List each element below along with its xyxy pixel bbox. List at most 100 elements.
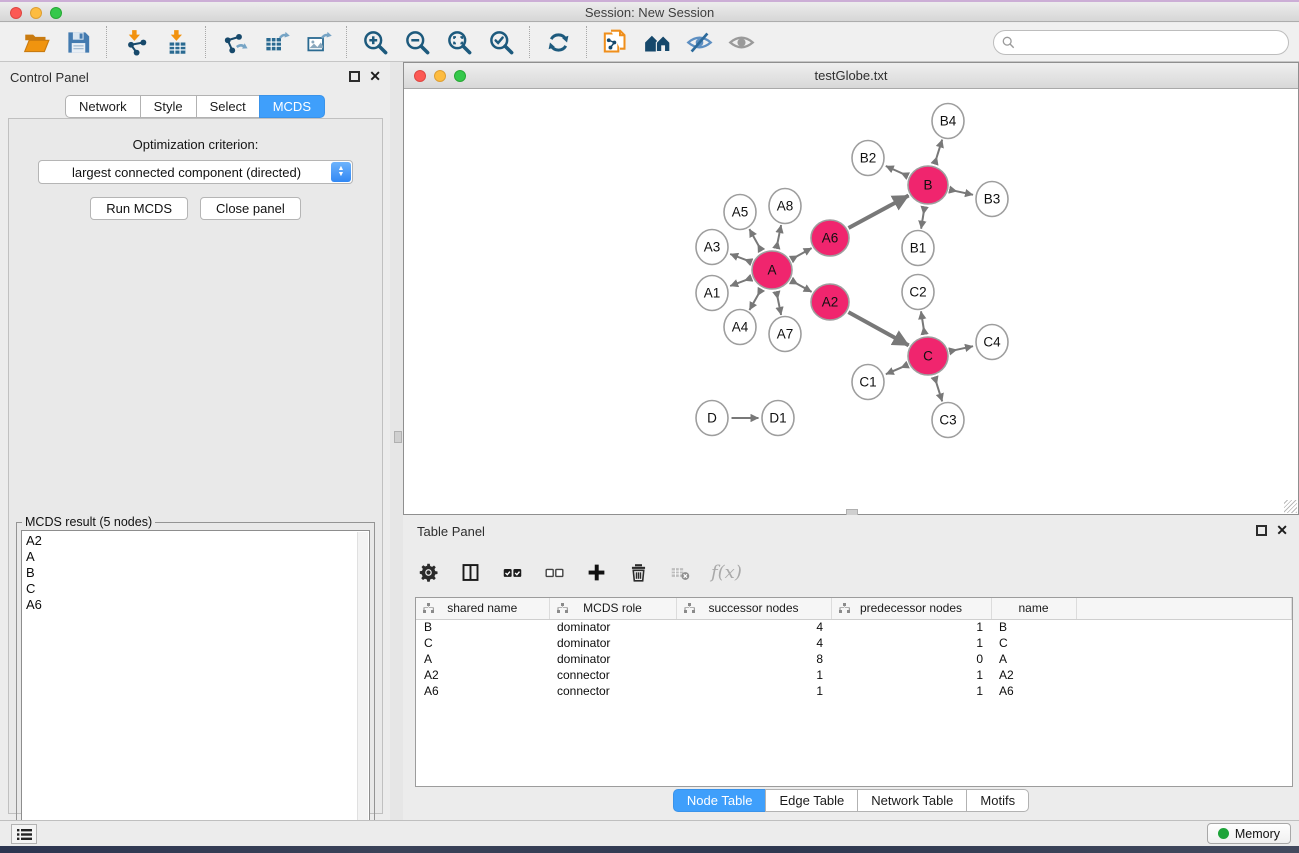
column-header-MCDS-role[interactable]: MCDS role <box>549 598 676 619</box>
graph-node-A7[interactable]: A7 <box>769 317 801 352</box>
float-panel-icon[interactable] <box>349 71 360 82</box>
graph-node-A[interactable]: A <box>752 251 792 289</box>
table-row[interactable]: A2connector11A2 <box>416 667 1292 683</box>
table-cell[interactable]: 1 <box>831 619 991 635</box>
open-session-icon[interactable] <box>22 28 50 56</box>
graph-node-A1[interactable]: A1 <box>696 276 728 311</box>
table-cell[interactable]: connector <box>549 683 676 699</box>
table-cell[interactable]: A6 <box>416 683 549 699</box>
column-header-successor-nodes[interactable]: successor nodes <box>676 598 831 619</box>
export-image-icon[interactable] <box>304 28 332 56</box>
mcds-result-item[interactable]: A6 <box>26 597 369 613</box>
table-settings-gear-icon[interactable] <box>417 559 439 585</box>
table-cell[interactable]: A6 <box>991 683 1076 699</box>
graph-node-B1[interactable]: B1 <box>902 231 934 266</box>
run-mcds-button[interactable]: Run MCDS <box>90 197 188 220</box>
graph-node-A6[interactable]: A6 <box>811 220 849 256</box>
edge-A-A3[interactable] <box>730 254 751 262</box>
close-panel-button[interactable]: Close panel <box>200 197 301 220</box>
table-row[interactable]: Bdominator41B <box>416 619 1292 635</box>
graph-node-C4[interactable]: C4 <box>976 325 1008 360</box>
mcds-result-item[interactable]: B <box>26 565 369 581</box>
table-cell[interactable]: B <box>416 619 549 635</box>
graph-node-C[interactable]: C <box>908 337 948 375</box>
table-float-panel-icon[interactable] <box>1256 525 1267 536</box>
table-cell[interactable]: A <box>416 651 549 667</box>
graph-node-A2[interactable]: A2 <box>811 284 849 320</box>
table-cell[interactable]: 0 <box>831 651 991 667</box>
new-network-from-selection-icon[interactable] <box>601 28 629 56</box>
table-cell[interactable]: A2 <box>991 667 1076 683</box>
table-cell[interactable]: C <box>416 635 549 651</box>
table-cell[interactable]: 8 <box>676 651 831 667</box>
table-cell[interactable]: 1 <box>831 667 991 683</box>
import-network-icon[interactable] <box>121 28 149 56</box>
edge-B-B3[interactable] <box>950 190 974 195</box>
table-cell[interactable]: 1 <box>676 667 831 683</box>
table-tab-network-table[interactable]: Network Table <box>857 789 967 812</box>
first-neighbors-icon[interactable] <box>643 28 671 56</box>
add-column-icon[interactable] <box>585 559 607 585</box>
graph-node-D1[interactable]: D1 <box>762 401 794 436</box>
table-cell[interactable]: 1 <box>676 683 831 699</box>
edge-B-B2[interactable] <box>886 166 908 176</box>
table-cell[interactable]: 1 <box>831 683 991 699</box>
criterion-dropdown[interactable]: largest connected component (directed) ▲… <box>38 160 353 184</box>
import-table-icon[interactable] <box>163 28 191 56</box>
table-row[interactable]: Cdominator41C <box>416 635 1292 651</box>
graph-node-B4[interactable]: B4 <box>932 104 964 139</box>
table-tab-motifs[interactable]: Motifs <box>966 789 1029 812</box>
edge-B-B4[interactable] <box>935 140 943 164</box>
table-row[interactable]: A6connector11A6 <box>416 683 1292 699</box>
edge-A6-B[interactable] <box>849 196 909 229</box>
edge-A-A7[interactable] <box>776 292 781 315</box>
edge-C-C2[interactable] <box>921 311 925 334</box>
mcds-result-item[interactable]: C <box>26 581 369 597</box>
edge-C-C3[interactable] <box>935 377 943 401</box>
zoom-fit-icon[interactable] <box>445 28 473 56</box>
table-cell[interactable]: connector <box>549 667 676 683</box>
window-resize-grip[interactable] <box>1284 500 1297 513</box>
export-network-icon[interactable] <box>220 28 248 56</box>
table-row[interactable]: Adominator80A <box>416 651 1292 667</box>
table-tab-edge-table[interactable]: Edge Table <box>765 789 858 812</box>
tab-mcds[interactable]: MCDS <box>259 95 325 118</box>
deselect-all-rows-icon[interactable] <box>543 559 565 585</box>
tab-select[interactable]: Select <box>196 95 260 118</box>
column-header-predecessor-nodes[interactable]: predecessor nodes <box>831 598 991 619</box>
edge-A-A2[interactable] <box>791 281 811 292</box>
graph-node-C3[interactable]: C3 <box>932 403 964 438</box>
table-close-panel-icon[interactable]: ✕ <box>1276 522 1288 539</box>
table-cell[interactable]: B <box>991 619 1076 635</box>
zoom-selected-icon[interactable] <box>487 28 515 56</box>
edge-A-A4[interactable] <box>750 289 762 310</box>
refresh-icon[interactable] <box>544 28 572 56</box>
tab-style[interactable]: Style <box>140 95 197 118</box>
delete-column-icon[interactable] <box>627 559 649 585</box>
edge-A-A1[interactable] <box>730 278 751 286</box>
graph-node-A8[interactable]: A8 <box>769 189 801 224</box>
table-cell[interactable]: 1 <box>831 635 991 651</box>
table-cell[interactable]: 4 <box>676 635 831 651</box>
graph-node-D[interactable]: D <box>696 401 728 436</box>
graph-node-C1[interactable]: C1 <box>852 365 884 400</box>
zoom-in-icon[interactable] <box>361 28 389 56</box>
mcds-result-item[interactable]: A <box>26 549 369 565</box>
graph-node-B2[interactable]: B2 <box>852 141 884 176</box>
table-cell[interactable]: dominator <box>549 619 676 635</box>
network-vscroll-thumb[interactable] <box>394 431 402 443</box>
graph-node-A5[interactable]: A5 <box>724 195 756 230</box>
column-header-name[interactable]: name <box>991 598 1076 619</box>
show-columns-icon[interactable] <box>459 559 481 585</box>
zoom-out-icon[interactable] <box>403 28 431 56</box>
select-all-rows-icon[interactable] <box>501 559 523 585</box>
table-cell[interactable]: 4 <box>676 619 831 635</box>
graph-node-A4[interactable]: A4 <box>724 310 756 345</box>
graph-node-A3[interactable]: A3 <box>696 230 728 265</box>
edge-B-B1[interactable] <box>921 207 925 229</box>
hide-selected-icon[interactable] <box>685 28 713 56</box>
edge-C-C4[interactable] <box>950 346 974 351</box>
graph-node-B3[interactable]: B3 <box>976 182 1008 217</box>
network-canvas[interactable]: AA2A6BCA1A3A4A5A7A8B1B2B3B4C1C2C3C4DD1 <box>404 89 1298 514</box>
table-cell[interactable]: dominator <box>549 635 676 651</box>
